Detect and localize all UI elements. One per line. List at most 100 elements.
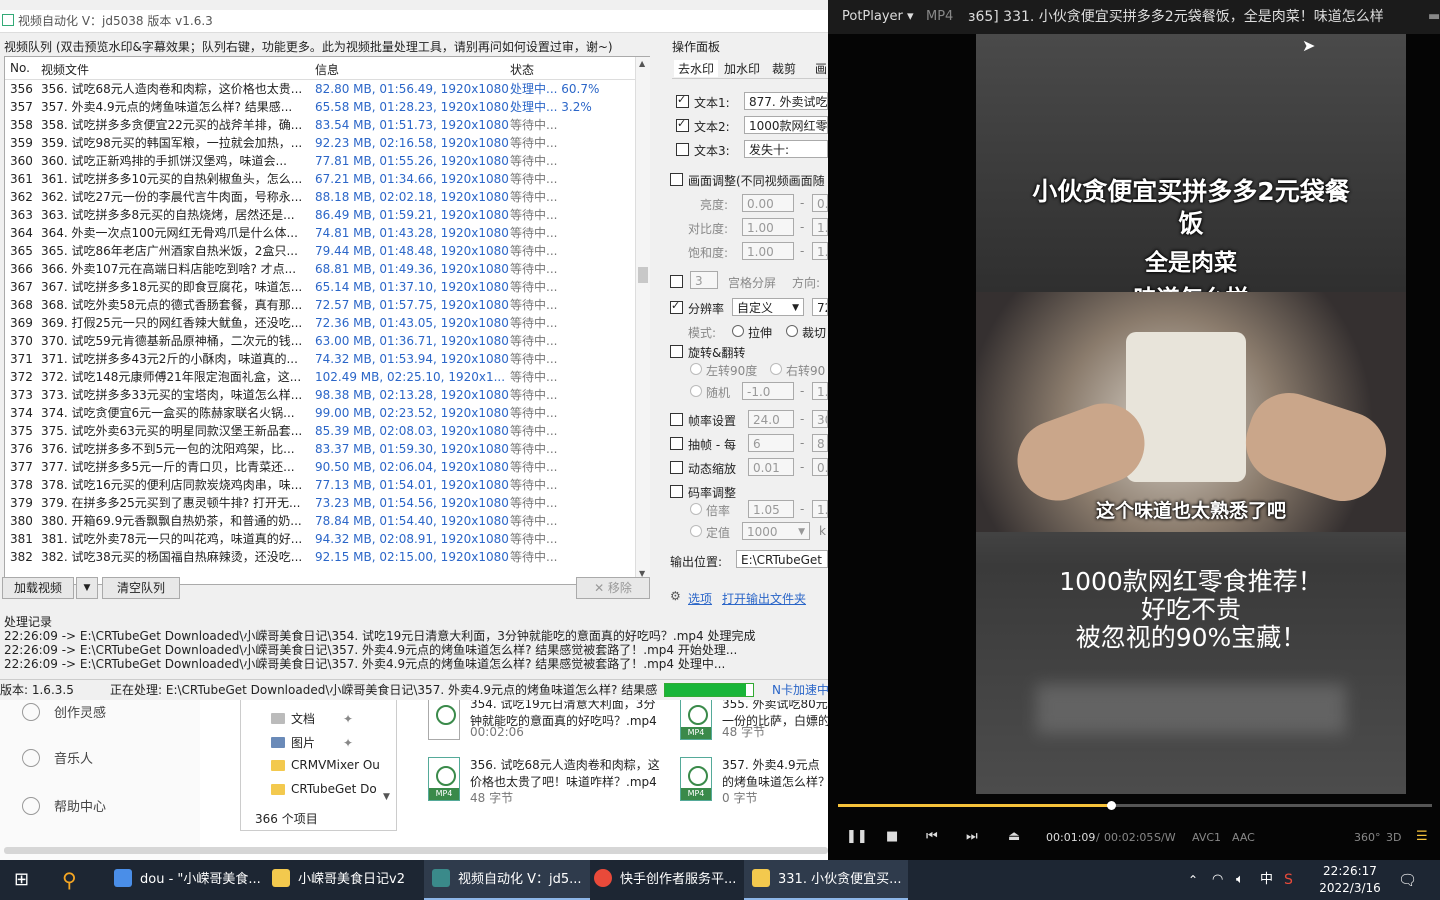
drop-frame-checkbox[interactable] [670, 437, 683, 450]
resolution-width-input[interactable]: 72 [812, 298, 828, 316]
text3-input[interactable]: 发失十: [744, 140, 828, 158]
antivirus-icon[interactable]: S [1284, 860, 1293, 900]
table-row[interactable]: 376 376. 试吃拼多多不到5元一包的沈阳鸡架，比... 83.37 MB, 0… [5, 440, 635, 458]
pause-icon[interactable]: ❚❚ [846, 829, 868, 844]
tree-item-pictures[interactable]: 图片 ✦ [271, 734, 353, 751]
table-row[interactable]: 379 379. 在拼多多25元买到了惠灵顿牛排? 打开无... 73.23 MB,… [5, 494, 635, 512]
contrast-max[interactable]: 1. [812, 218, 828, 236]
fps-max[interactable]: 30 [812, 410, 828, 428]
tag-audio[interactable]: AAC [1232, 831, 1255, 844]
scroll-thumb[interactable] [638, 267, 648, 283]
table-row[interactable]: 382 382. 试吃38元买的杨国福自热麻辣烫，还没吃... 92.15 MB, … [5, 548, 635, 566]
saturation-input[interactable]: 1.00 [742, 242, 794, 260]
table-row[interactable]: 372 372. 试吃148元康师傅21年限定泡面礼盒，这... 102.49 MB… [5, 368, 635, 386]
tab-frame[interactable]: 画 [815, 60, 827, 77]
bitrate-checkbox[interactable] [670, 485, 683, 498]
table-row[interactable]: 380 380. 开箱69.9元香飘飘自热奶茶，和普通的奶... 78.84 MB,… [5, 512, 635, 530]
windows-start-icon[interactable]: ⊞ [14, 860, 42, 900]
rotate-left-radio[interactable] [690, 363, 702, 375]
gear-icon[interactable]: ⚙ [670, 589, 681, 603]
open-output-folder-link[interactable]: 打开输出文件夹 [722, 590, 806, 607]
table-row[interactable]: 364 364. 外卖一次点100元网红无骨鸡爪是什么体... 74.81 MB, … [5, 224, 635, 242]
rotate-checkbox[interactable] [670, 345, 683, 358]
grid-input[interactable]: 3 [690, 271, 718, 289]
text2-checkbox[interactable] [676, 117, 689, 132]
task-button-active[interactable]: 视频自动化 V：jd5... [424, 860, 590, 900]
load-dropdown-button[interactable]: ▼ [76, 577, 98, 599]
drop-frame-input[interactable]: 6 [748, 434, 794, 452]
adjust-checkbox[interactable] [670, 173, 683, 186]
tree-item-crmvmixer[interactable]: CRMVMixer Ou [271, 758, 380, 772]
table-row[interactable]: 370 370. 试吃59元肯德基新品原神桶，二次元的钱... 63.00 MB, … [5, 332, 635, 350]
network-icon[interactable]: ◠ [1212, 860, 1223, 900]
bitrate-fixed-select[interactable]: 1000 ▼ [742, 522, 810, 540]
col-file[interactable]: 视频文件 [41, 61, 89, 78]
text2-input[interactable]: 1000款网红零 [744, 116, 828, 134]
video-queue-table[interactable]: No. 视频文件 信息 状态 356 356. 试吃68元人造肉卷和肉粽，这价格也… [4, 56, 650, 585]
eject-icon[interactable]: ⏏ [1008, 829, 1020, 844]
mode-stretch-radio[interactable] [732, 325, 744, 337]
player-menu-button[interactable]: PotPlayer ▾ [842, 0, 914, 34]
mode-crop-radio[interactable] [786, 325, 798, 337]
brightness-max[interactable]: 0. [812, 194, 828, 212]
table-row[interactable]: 359 359. 试吃98元买的韩国军粮，一拉就会加热，... 92.23 MB, … [5, 134, 635, 152]
video-frame[interactable]: 小伙贪便宜买拼多多2元袋餐 饭 全是肉菜 味道怎么样 这个味道也太熟悉了吧 10… [976, 34, 1406, 794]
clear-queue-button[interactable]: 清空队列 [102, 577, 180, 599]
horizontal-scrollbar[interactable] [4, 847, 828, 854]
table-row[interactable]: 368 368. 试吃外卖58元点的德式香肠套餐，真有那... 72.57 MB, … [5, 296, 635, 314]
file-tile[interactable]: MP4 356. 试吃68元人造肉卷和肉粽，这价格也太贵了吧！味道咋样？.mp4… [428, 757, 668, 813]
file-tile[interactable]: 354. 试吃19元日清意大利面，3分钟就能吃的意面真的好吃吗？.mp4 00:… [428, 696, 668, 752]
task-button-active[interactable]: 331. 小伙贪便宜买... [744, 860, 908, 900]
next-icon[interactable]: ⏭ [966, 829, 978, 844]
text3-checkbox[interactable] [676, 143, 689, 156]
zoom-input[interactable]: 0.01 [748, 458, 794, 476]
saturation-max[interactable]: 1. [812, 242, 828, 260]
col-info[interactable]: 信息 [315, 61, 339, 78]
fps-input[interactable]: 24.0 [748, 410, 794, 428]
nav-musician[interactable]: 音乐人 [22, 748, 93, 767]
scroll-up-icon[interactable]: ▲ [639, 59, 645, 68]
table-row[interactable]: 361 361. 试吃拼多多10元买的自热剁椒鱼头，怎么... 67.21 MB, … [5, 170, 635, 188]
drop-frame-max[interactable]: 8 [812, 434, 828, 452]
zoom-checkbox[interactable] [670, 461, 683, 474]
table-row[interactable]: 377 377. 试吃拼多多5元一斤的青口贝，比青菜还... 90.50 MB, 0… [5, 458, 635, 476]
seek-knob[interactable] [1107, 801, 1117, 810]
table-row[interactable]: 357 357. 外卖4.9元点的烤鱼味道怎么样? 结果感... 65.58 MB,… [5, 98, 635, 116]
tree-item-documents[interactable]: 文档 ✦ [271, 710, 353, 727]
chevron-down-icon[interactable]: ▼ [383, 792, 390, 802]
table-row[interactable]: 363 363. 试吃拼多多8元买的自热烧烤，居然还是... 86.49 MB, 0… [5, 206, 635, 224]
table-row[interactable]: 371 371. 试吃拼多多43元2斤的小酥肉，味道真的... 74.32 MB, … [5, 350, 635, 368]
task-button[interactable]: 小嵘哥美食日记v2 [262, 860, 430, 900]
options-link[interactable]: 选项 [688, 590, 712, 607]
minimize-icon[interactable]: ▬ [1428, 0, 1440, 34]
text1-input[interactable]: 877. 外卖试吃 [744, 92, 828, 110]
playlist-icon[interactable]: ☰ [1416, 829, 1428, 844]
brightness-input[interactable]: 0.00 [742, 194, 794, 212]
chevron-up-icon[interactable]: ⌃ [1188, 860, 1198, 900]
tag-codec[interactable]: AVC1 [1192, 831, 1221, 844]
vr-360-button[interactable]: 360° [1354, 831, 1381, 844]
table-row[interactable]: 358 358. 试吃拼多多贪便宜22元买的战斧羊排，确... 83.54 MB, … [5, 116, 635, 134]
notification-icon[interactable]: 🗨︎ [1398, 860, 1417, 900]
table-row[interactable]: 366 366. 外卖107元在高端日料店能吃到啥? 才点... 68.81 MB,… [5, 260, 635, 278]
ime-indicator[interactable]: 中 [1260, 860, 1273, 900]
tree-item-crtubeget[interactable]: CRTubeGet Do [271, 782, 377, 796]
search-icon[interactable]: ⚲ [62, 860, 92, 900]
col-status[interactable]: 状态 [510, 61, 534, 78]
task-button[interactable]: 快手创作者服务平... [586, 860, 744, 900]
resolution-select[interactable]: 自定义 ▼ [732, 298, 804, 316]
clock[interactable]: 22:26:17 2022/3/16 [1318, 863, 1382, 897]
table-row[interactable]: 369 369. 打假25元一只的网红香辣大鱿鱼，还没吃... 72.36 MB, … [5, 314, 635, 332]
rotate-random-radio[interactable] [690, 385, 702, 397]
task-button[interactable]: dou - "小嵘哥美食... [104, 860, 268, 900]
table-row[interactable]: 381 381. 试吃外卖78元一只的叫花鸡，味道真的好... 94.32 MB, … [5, 530, 635, 548]
table-row[interactable]: 356 356. 试吃68元人造肉卷和肉粽，这价格也太贵... 82.80 MB, … [5, 80, 635, 98]
tab-add-watermark[interactable]: 加水印 [724, 60, 760, 77]
queue-scrollbar[interactable]: ▲ ▼ [635, 57, 650, 584]
volume-icon[interactable]: 🔈︎ [1236, 860, 1244, 900]
rotate-random-max[interactable]: 1. [812, 382, 828, 400]
grid-checkbox[interactable] [670, 275, 683, 288]
remove-button[interactable]: ✕ 移除 [576, 577, 650, 599]
tab-remove-watermark[interactable]: 去水印 [674, 60, 719, 77]
text1-checkbox[interactable] [676, 93, 689, 108]
